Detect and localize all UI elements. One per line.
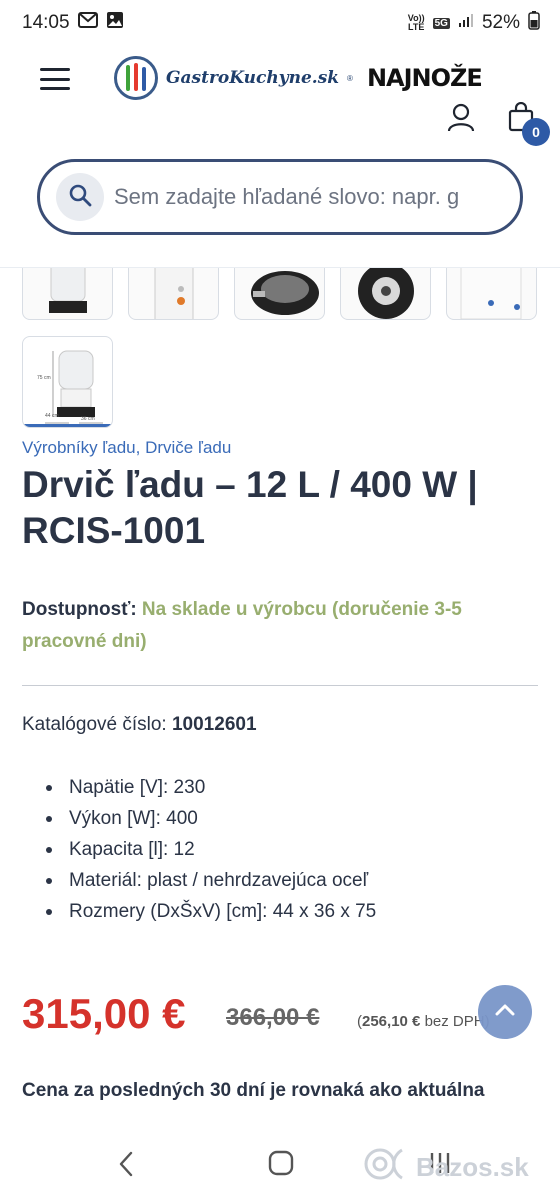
battery-icon xyxy=(528,10,540,36)
partner-logo[interactable]: NAJNOŽE xyxy=(367,64,483,92)
site-header: GastroKuchyne.sk ® NAJNOŽE 0 xyxy=(0,46,560,268)
search-input[interactable] xyxy=(114,184,494,210)
catalog-number-label: Katalógové číslo: xyxy=(22,714,167,735)
dim-width-label: 36 cm xyxy=(81,416,95,422)
product-price: 315,00 € xyxy=(22,990,186,1037)
product-title: Drvič ľadu – 12 L / 400 W | RCIS-1001 xyxy=(22,464,478,551)
spec-power: Výkon [W]: 400 xyxy=(46,805,376,836)
battery-percent: 52% xyxy=(481,12,520,33)
catalog-number-row: Katalógové číslo: 10012601 xyxy=(22,714,257,736)
search-icon xyxy=(68,183,92,212)
scroll-to-top-button[interactable] xyxy=(478,985,532,1039)
divider xyxy=(22,685,538,686)
thumbnail-4[interactable] xyxy=(340,268,431,320)
status-bar: 14:05 Vo)) LTE 5G 52% xyxy=(0,0,560,46)
original-price: 366,00 € xyxy=(226,1004,320,1031)
breadcrumb: Výrobníky ľadu, Drviče ľadu xyxy=(22,438,232,457)
logo-utensils-icon xyxy=(114,56,158,100)
menu-icon[interactable] xyxy=(40,68,70,90)
spec-material: Materiál: plast / nehrdzavejúca oceľ xyxy=(46,867,376,898)
thumbnail-dimensions[interactable]: 75 cm 44 cm 36 cm xyxy=(22,336,113,428)
price-history-note: Cena za posledných 30 dní je rovnaká ako… xyxy=(22,1080,485,1101)
dim-height-label: 75 cm xyxy=(37,375,51,381)
gallery-icon xyxy=(106,11,124,35)
cart-count-badge: 0 xyxy=(522,118,550,146)
product-specs-list: Napätie [V]: 230 Výkon [W]: 400 Kapacita… xyxy=(46,774,376,929)
availability-label: Dostupnosť: xyxy=(22,599,137,620)
price-without-vat: (256,10 € bez DPH) xyxy=(357,1013,490,1030)
home-icon[interactable] xyxy=(268,1150,294,1181)
bazos-watermark: Bazos.sk xyxy=(362,1146,529,1189)
search-bar xyxy=(37,159,523,235)
thumbnail-2[interactable] xyxy=(128,268,219,320)
price-without-vat-value: 256,10 € xyxy=(362,1013,421,1030)
thumbnail-5[interactable] xyxy=(446,268,537,320)
back-icon[interactable] xyxy=(116,1150,136,1183)
spec-dimensions: Rozmery (DxŠxV) [cm]: 44 x 36 x 75 xyxy=(46,898,376,929)
signal-icon xyxy=(458,12,474,34)
product-gallery-thumbnails xyxy=(22,268,542,321)
site-logo[interactable]: GastroKuchyne.sk ® NAJNOŽE xyxy=(114,56,483,100)
volte-indicator: Vo)) LTE xyxy=(407,13,425,32)
search-button[interactable] xyxy=(56,173,104,221)
spec-voltage: Napätie [V]: 230 xyxy=(46,774,376,805)
status-time: 14:05 xyxy=(22,12,70,33)
breadcrumb-link-ice-crushers[interactable]: Drviče ľadu xyxy=(145,438,231,457)
catalog-number-value: 10012601 xyxy=(171,714,257,735)
thumbnail-1[interactable] xyxy=(22,268,113,320)
breadcrumb-link-ice-makers[interactable]: Výrobníky ľadu xyxy=(22,438,136,457)
watermark-text: Bazos.sk xyxy=(416,1152,529,1182)
cart-button[interactable]: 0 xyxy=(508,101,550,146)
logo-registered-mark: ® xyxy=(347,73,353,83)
network-5g-badge: 5G xyxy=(432,17,450,29)
dim-depth-label: 44 cm xyxy=(45,413,59,419)
chevron-up-icon xyxy=(494,1003,516,1022)
availability: Dostupnosť: Na sklade u výrobcu (doručen… xyxy=(22,594,542,658)
spec-capacity: Kapacita [l]: 12 xyxy=(46,836,376,867)
user-account-icon[interactable] xyxy=(446,102,476,137)
logo-text: GastroKuchyne.sk xyxy=(166,68,340,88)
thumbnail-3[interactable] xyxy=(234,268,325,320)
gmail-icon xyxy=(77,12,98,34)
watermark-logo-icon xyxy=(362,1146,416,1189)
